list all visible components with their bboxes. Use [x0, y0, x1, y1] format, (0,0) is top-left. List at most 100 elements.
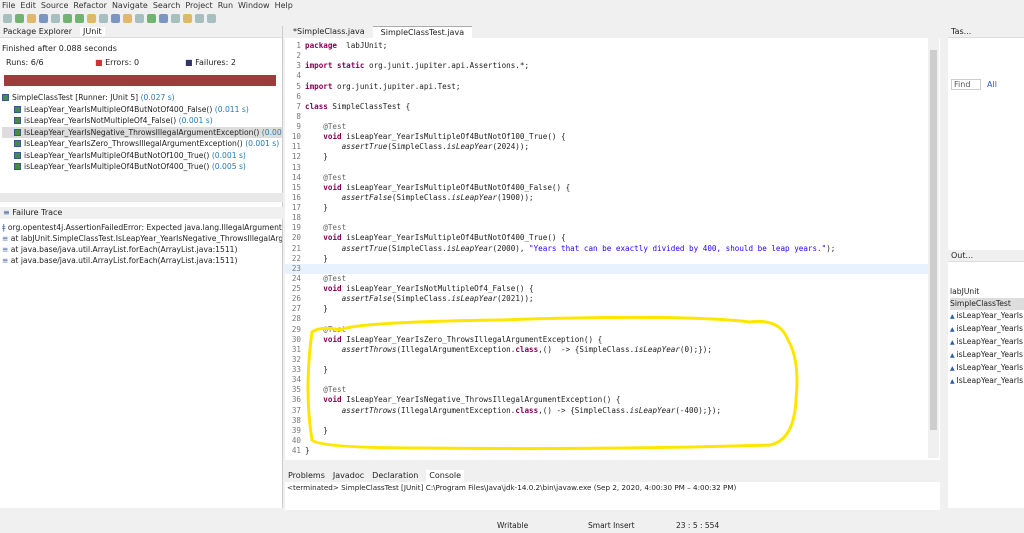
- trace-line[interactable]: ≡ at java.base/java.util.ArrayList.forEa…: [2, 255, 282, 266]
- toolbar-button-icon[interactable]: [63, 13, 72, 23]
- code-token: void: [323, 284, 342, 293]
- outline-method[interactable]: ▲ isLeapYear_YearIs: [950, 323, 1024, 336]
- test-time: (0.001 s): [178, 116, 213, 125]
- failures-value: 2: [230, 58, 236, 67]
- test-item[interactable]: IsLeapYear_YearIsZero_ThrowsIllegalArgum…: [2, 138, 282, 150]
- status-cursor-position: 23 : 5 : 554: [676, 521, 720, 530]
- tab-javadoc[interactable]: Javadoc: [333, 470, 364, 482]
- horizontal-scrollbar[interactable]: [0, 193, 283, 202]
- line-number: 1: [296, 41, 301, 50]
- test-suite[interactable]: SimpleClassTest [Runner: JUnit 5] (0.027…: [2, 92, 282, 104]
- toolbar-button-icon[interactable]: [15, 13, 24, 23]
- toolbar: [0, 11, 1024, 25]
- code-token: (1900));: [497, 192, 534, 202]
- menu-file[interactable]: File: [2, 0, 15, 11]
- outline-label: isLeapYear_YearIs: [956, 324, 1023, 333]
- line-number: 18: [291, 213, 301, 223]
- tab-junit[interactable]: JUnit: [80, 27, 105, 36]
- outline-class[interactable]: SimpleClassTest: [950, 298, 1024, 310]
- toolbar-button-icon[interactable]: [99, 13, 108, 23]
- stack-frame-icon: ≡: [2, 256, 11, 265]
- tab-console[interactable]: Console: [426, 470, 465, 482]
- tab-simpleclass[interactable]: *SimpleClass.java: [285, 26, 373, 38]
- editor-tabs: *SimpleClass.java SimpleClassTest.java: [285, 26, 940, 38]
- code-token: }: [305, 253, 328, 263]
- menu-help[interactable]: Help: [275, 0, 293, 11]
- toolbar-button-icon[interactable]: [123, 13, 132, 23]
- code-line: 12 }: [285, 152, 930, 162]
- toolbar-button-icon[interactable]: [183, 13, 192, 23]
- console-output: <terminated> SimpleClassTest [JUnit] C:\…: [287, 483, 737, 492]
- outline-package[interactable]: labJUnit: [950, 286, 1024, 298]
- menu-search[interactable]: Search: [153, 0, 180, 11]
- finished-label: Finished after 0.088 seconds: [2, 44, 117, 53]
- line-number: 20: [291, 233, 301, 243]
- runs-label: Runs:: [6, 58, 29, 67]
- trace-line[interactable]: ≡ at java.base/java.util.ArrayList.forEa…: [2, 244, 282, 255]
- toolbar-button-icon[interactable]: [87, 13, 96, 23]
- menu-window[interactable]: Window: [238, 0, 270, 11]
- test-item[interactable]: isLeapYear_YearIsMultipleOf4ButNotOf400_…: [2, 104, 282, 116]
- toolbar-button-icon[interactable]: [207, 13, 216, 23]
- code-token: isLeapYear: [451, 192, 498, 202]
- tab-package-explorer[interactable]: Package Explorer: [3, 27, 72, 36]
- line-number: 4: [296, 71, 301, 81]
- all-link[interactable]: All: [987, 80, 997, 89]
- code-token: @Test: [305, 122, 347, 131]
- tab-simpleclasstest[interactable]: SimpleClassTest.java: [372, 26, 473, 38]
- code-token: isLeapYear_YearIsMultipleOf4ButNotOf100_…: [341, 132, 566, 142]
- toolbar-button-icon[interactable]: [39, 13, 48, 23]
- code-line: 16 assertFalse (SimpleClass. isLeapYear (19…: [285, 193, 930, 203]
- toolbar-button-icon[interactable]: [195, 13, 204, 23]
- trace-line[interactable]: ≡ at labJUnit.SimpleClassTest.IsLeapYear…: [2, 233, 282, 244]
- menu-navigate[interactable]: Navigate: [112, 0, 148, 11]
- test-time: (0.011 s): [214, 104, 249, 114]
- failure-trace: ǂ org.opentest4j.AssertionFailedError: E…: [2, 222, 282, 266]
- tab-outline[interactable]: Out...: [948, 250, 1024, 262]
- tab-declaration[interactable]: Declaration: [372, 470, 418, 482]
- outline-method[interactable]: ▲ IsLeapYear_YearIs: [950, 362, 1024, 375]
- trace-line[interactable]: ǂ org.opentest4j.AssertionFailedError: E…: [2, 222, 282, 233]
- menu-refactor[interactable]: Refactor: [73, 0, 107, 11]
- toolbar-button-icon[interactable]: [3, 13, 12, 23]
- outline-method[interactable]: ▲ isLeapYear_YearIs: [950, 349, 1024, 362]
- console-panel: Problems Javadoc Declaration Console <te…: [285, 470, 940, 510]
- outline-method[interactable]: ▲ IsLeapYear_YearIs: [950, 375, 1024, 388]
- line-number: 12: [291, 152, 301, 162]
- tab-task-list[interactable]: Tas...: [948, 26, 1024, 38]
- find-input[interactable]: Find: [951, 79, 981, 90]
- toolbar-button-icon[interactable]: [147, 13, 156, 23]
- test-item[interactable]: IsLeapYear_YearIsNegative_ThrowsIllegalA…: [2, 126, 282, 138]
- line-number: 3: [296, 61, 301, 71]
- tab-problems[interactable]: Problems: [288, 470, 325, 482]
- test-item[interactable]: isLeapYear_YearIsMultipleOf4ButNotOf100_…: [2, 150, 282, 162]
- outline-method[interactable]: ▲ isLeapYear_YearIs: [950, 310, 1024, 323]
- test-item[interactable]: isLeapYear_YearIsMultipleOf4ButNotOf400_…: [2, 161, 282, 173]
- menu-run[interactable]: Run: [218, 0, 233, 11]
- toolbar-button-icon[interactable]: [159, 13, 168, 23]
- toolbar-button-icon[interactable]: [171, 13, 180, 23]
- menu-edit[interactable]: Edit: [20, 0, 36, 11]
- test-item[interactable]: isLeapYear_YearIsNotMultipleOf4_False() …: [2, 115, 282, 127]
- test-name: SimpleClassTest [Runner: JUnit 5]: [12, 93, 139, 102]
- outline-method[interactable]: ▲ isLeapYear_YearIs: [950, 336, 1024, 349]
- toolbar-button-icon[interactable]: [51, 13, 60, 23]
- code-token: assertTrue: [341, 142, 388, 152]
- toolbar-button-icon[interactable]: [135, 13, 144, 23]
- code-line: 6: [285, 92, 930, 102]
- outline-tree: labJUnit SimpleClassTest ▲ isLeapYear_Year…: [950, 286, 1024, 388]
- code-token: void: [323, 182, 342, 192]
- toolbar-button-icon[interactable]: [27, 13, 36, 23]
- code-token: package: [305, 41, 338, 50]
- code-token: }: [305, 152, 328, 162]
- code-line: 4: [285, 71, 930, 81]
- test-name: isLeapYear_YearIsNotMultipleOf4_False(): [24, 116, 177, 125]
- code-token: SimpleClassTest {: [327, 101, 411, 111]
- toolbar-button-icon[interactable]: [75, 13, 84, 23]
- toolbar-button-icon[interactable]: [111, 13, 120, 23]
- failure-icon: ■: [185, 58, 193, 67]
- menu-source[interactable]: Source: [41, 0, 68, 11]
- menu-project[interactable]: Project: [185, 0, 212, 11]
- scrollbar-thumb[interactable]: [930, 50, 937, 430]
